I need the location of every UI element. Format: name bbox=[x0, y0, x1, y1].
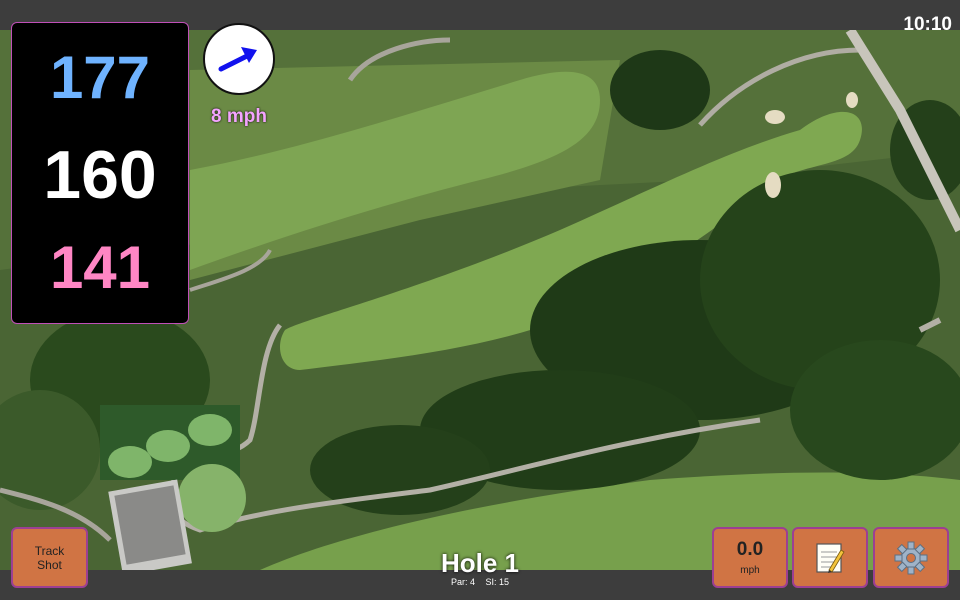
wind-indicator bbox=[203, 23, 275, 95]
speed-value: 0.0 bbox=[736, 539, 764, 560]
speed-button[interactable]: 0.0 mph bbox=[712, 527, 788, 588]
hole-info: Par: 4 SI: 15 bbox=[400, 577, 560, 587]
hole-title: Hole 1 bbox=[440, 548, 520, 578]
gear-icon bbox=[894, 541, 928, 574]
back-yardage: 177 bbox=[49, 44, 151, 111]
wind-arrow-icon bbox=[218, 47, 257, 72]
notepad-icon bbox=[816, 542, 845, 573]
settings-button[interactable] bbox=[873, 527, 949, 588]
track-shot-button[interactable]: Track Shot bbox=[11, 527, 88, 588]
notes-button[interactable] bbox=[792, 527, 868, 588]
track-shot-label: Track Shot bbox=[34, 543, 65, 572]
hole-stroke-index: SI: 15 bbox=[485, 577, 510, 587]
front-yardage: 141 bbox=[49, 234, 151, 301]
clock: 10:10 bbox=[903, 14, 952, 35]
speed-unit: mph bbox=[740, 565, 760, 576]
hole-par: Par: 4 bbox=[450, 577, 475, 587]
yardage-panel: 177 160 141 bbox=[11, 22, 189, 324]
middle-yardage: 160 bbox=[43, 137, 157, 213]
wind-speed: 8 mph bbox=[211, 106, 267, 127]
